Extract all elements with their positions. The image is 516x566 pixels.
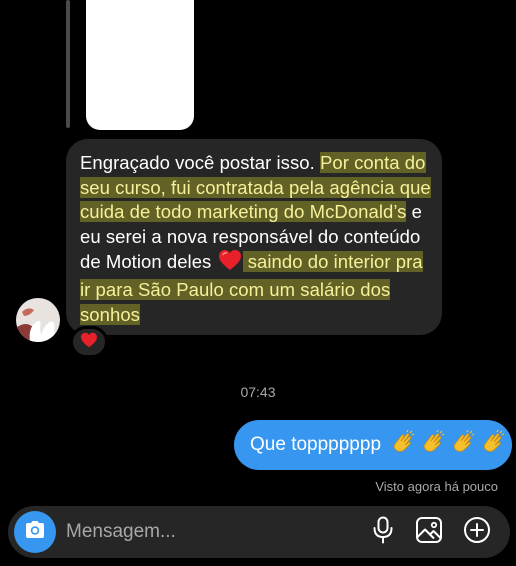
message-timestamp: 07:43 [240,384,276,400]
message-composer [8,506,510,558]
outgoing-message-bubble[interactable]: Que toppppppp [234,420,512,470]
clapping-hands-emoji-icon [481,429,505,460]
message-input[interactable] [66,506,346,558]
gallery-icon [415,516,443,549]
clapping-hands-emoji-icon [421,429,445,460]
avatar[interactable] [16,298,60,342]
microphone-icon [371,516,395,549]
gallery-button[interactable] [414,516,444,549]
clapping-hands-emoji-group [391,429,505,460]
message-text-segment: Engraçado você postar isso. [80,152,320,173]
microphone-button[interactable] [368,516,398,549]
incoming-message-bubble[interactable]: Engraçado você postar isso. Por conta do… [66,139,442,335]
camera-icon [23,519,47,546]
red-heart-emoji-icon [218,249,242,278]
red-heart-emoji-icon [80,332,98,353]
seen-status: Visto agora há pouco [375,479,498,494]
shared-post-thumbnail[interactable] [86,0,194,130]
clapping-hands-emoji-icon [451,429,475,460]
add-button[interactable] [462,516,492,549]
camera-button[interactable] [14,511,56,553]
outgoing-message-text: Que toppppppp [250,434,382,455]
plus-circle-icon [463,516,491,549]
clapping-hands-emoji-icon [391,429,415,460]
heart-reaction-badge[interactable] [70,326,108,358]
reply-indicator-bar [66,0,70,128]
